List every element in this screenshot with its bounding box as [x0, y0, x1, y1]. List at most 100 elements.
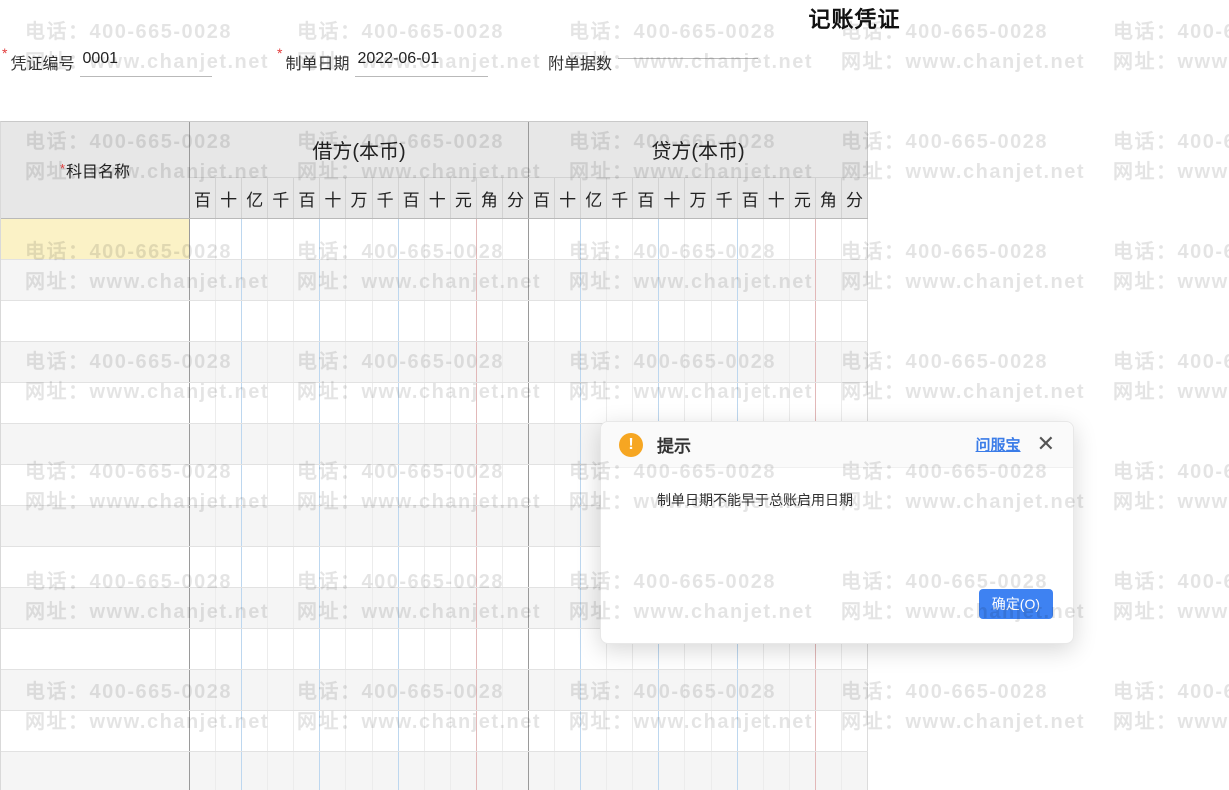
amount-digit-cell[interactable] [503, 752, 530, 790]
amount-digit-cell[interactable] [555, 506, 582, 546]
amount-digit-cell[interactable] [294, 547, 321, 587]
amount-digit-cell[interactable] [790, 219, 816, 259]
voucher-date-input[interactable]: 2022-06-01 [355, 47, 489, 77]
amount-digit-cell[interactable] [607, 260, 634, 300]
amount-digit-cell[interactable] [399, 383, 425, 423]
amount-digit-cell[interactable] [503, 547, 530, 587]
amount-digit-cell[interactable] [659, 301, 686, 341]
amount-digit-cell[interactable] [373, 424, 399, 464]
amount-digit-cell[interactable] [451, 301, 477, 341]
amount-digit-cell[interactable] [607, 342, 634, 382]
amount-digit-cell[interactable] [399, 506, 425, 546]
amount-digit-cell[interactable] [790, 301, 816, 341]
amount-digit-cell[interactable] [816, 711, 842, 751]
amount-digit-cell[interactable] [320, 670, 347, 710]
amount-digit-cell[interactable] [399, 588, 425, 628]
amount-digit-cell[interactable] [477, 547, 503, 587]
amount-digit-cell[interactable] [451, 670, 477, 710]
amount-digit-cell[interactable] [425, 465, 451, 505]
amount-digit-cell[interactable] [842, 752, 868, 790]
amount-digit-cell[interactable] [503, 383, 530, 423]
amount-digit-cell[interactable] [790, 260, 816, 300]
amount-digit-cell[interactable] [190, 342, 217, 382]
amount-digit-cell[interactable] [346, 506, 373, 546]
amount-digit-cell[interactable] [242, 342, 269, 382]
amount-digit-cell[interactable] [685, 711, 712, 751]
amount-digit-cell[interactable] [529, 752, 556, 790]
amount-digit-cell[interactable] [738, 219, 764, 259]
amount-digit-cell[interactable] [607, 219, 634, 259]
amount-digit-cell[interactable] [451, 588, 477, 628]
amount-digit-cell[interactable] [242, 588, 269, 628]
amount-digit-cell[interactable] [294, 629, 321, 669]
amount-digit-cell[interactable] [242, 383, 269, 423]
amount-digit-cell[interactable] [216, 506, 243, 546]
amount-digit-cell[interactable] [268, 424, 295, 464]
amount-digit-cell[interactable] [633, 260, 660, 300]
amount-digit-cell[interactable] [346, 629, 373, 669]
ok-button[interactable]: 确定(O) [978, 589, 1053, 619]
amount-digit-cell[interactable] [659, 752, 686, 790]
amount-digit-cell[interactable] [346, 260, 373, 300]
amount-digit-cell[interactable] [399, 260, 425, 300]
amount-digit-cell[interactable] [216, 383, 243, 423]
amount-digit-cell[interactable] [529, 424, 556, 464]
amount-digit-cell[interactable] [633, 301, 660, 341]
amount-digit-cell[interactable] [529, 219, 556, 259]
amount-digit-cell[interactable] [346, 383, 373, 423]
amount-digit-cell[interactable] [685, 301, 712, 341]
amount-digit-cell[interactable] [842, 670, 868, 710]
amount-digit-cell[interactable] [581, 342, 608, 382]
amount-digit-cell[interactable] [685, 260, 712, 300]
amount-digit-cell[interactable] [242, 711, 269, 751]
amount-digit-cell[interactable] [712, 301, 738, 341]
amount-digit-cell[interactable] [346, 342, 373, 382]
amount-digit-cell[interactable] [294, 711, 321, 751]
amount-digit-cell[interactable] [607, 383, 634, 423]
amount-digit-cell[interactable] [712, 670, 738, 710]
amount-digit-cell[interactable] [320, 506, 347, 546]
amount-digit-cell[interactable] [555, 424, 582, 464]
amount-digit-cell[interactable] [529, 629, 556, 669]
amount-digit-cell[interactable] [477, 588, 503, 628]
amount-digit-cell[interactable] [294, 670, 321, 710]
amount-digit-cell[interactable] [190, 588, 217, 628]
amount-digit-cell[interactable] [842, 301, 868, 341]
amount-digit-cell[interactable] [503, 588, 530, 628]
amount-digit-cell[interactable] [529, 506, 556, 546]
amount-digit-cell[interactable] [529, 383, 556, 423]
subject-cell[interactable] [1, 711, 190, 751]
amount-digit-cell[interactable] [451, 465, 477, 505]
amount-digit-cell[interactable] [581, 301, 608, 341]
amount-digit-cell[interactable] [712, 219, 738, 259]
amount-digit-cell[interactable] [607, 670, 634, 710]
amount-digit-cell[interactable] [503, 301, 530, 341]
amount-digit-cell[interactable] [503, 670, 530, 710]
amount-digit-cell[interactable] [216, 219, 243, 259]
amount-digit-cell[interactable] [529, 342, 556, 382]
amount-digit-cell[interactable] [190, 711, 217, 751]
amount-digit-cell[interactable] [451, 342, 477, 382]
subject-cell[interactable] [1, 670, 190, 710]
amount-digit-cell[interactable] [294, 260, 321, 300]
amount-digit-cell[interactable] [581, 260, 608, 300]
amount-digit-cell[interactable] [346, 752, 373, 790]
amount-digit-cell[interactable] [294, 424, 321, 464]
help-link[interactable]: 问服宝 [976, 434, 1021, 455]
amount-digit-cell[interactable] [712, 711, 738, 751]
amount-digit-cell[interactable] [477, 670, 503, 710]
amount-digit-cell[interactable] [555, 342, 582, 382]
amount-digit-cell[interactable] [320, 383, 347, 423]
amount-digit-cell[interactable] [712, 383, 738, 423]
amount-digit-cell[interactable] [242, 547, 269, 587]
amount-digit-cell[interactable] [555, 219, 582, 259]
amount-digit-cell[interactable] [268, 342, 295, 382]
amount-digit-cell[interactable] [842, 383, 868, 423]
voucher-number-input[interactable]: 0001 [80, 47, 213, 77]
amount-digit-cell[interactable] [633, 711, 660, 751]
amount-digit-cell[interactable] [373, 711, 399, 751]
amount-digit-cell[interactable] [529, 465, 556, 505]
amount-digit-cell[interactable] [503, 260, 530, 300]
amount-digit-cell[interactable] [399, 301, 425, 341]
amount-digit-cell[interactable] [346, 547, 373, 587]
